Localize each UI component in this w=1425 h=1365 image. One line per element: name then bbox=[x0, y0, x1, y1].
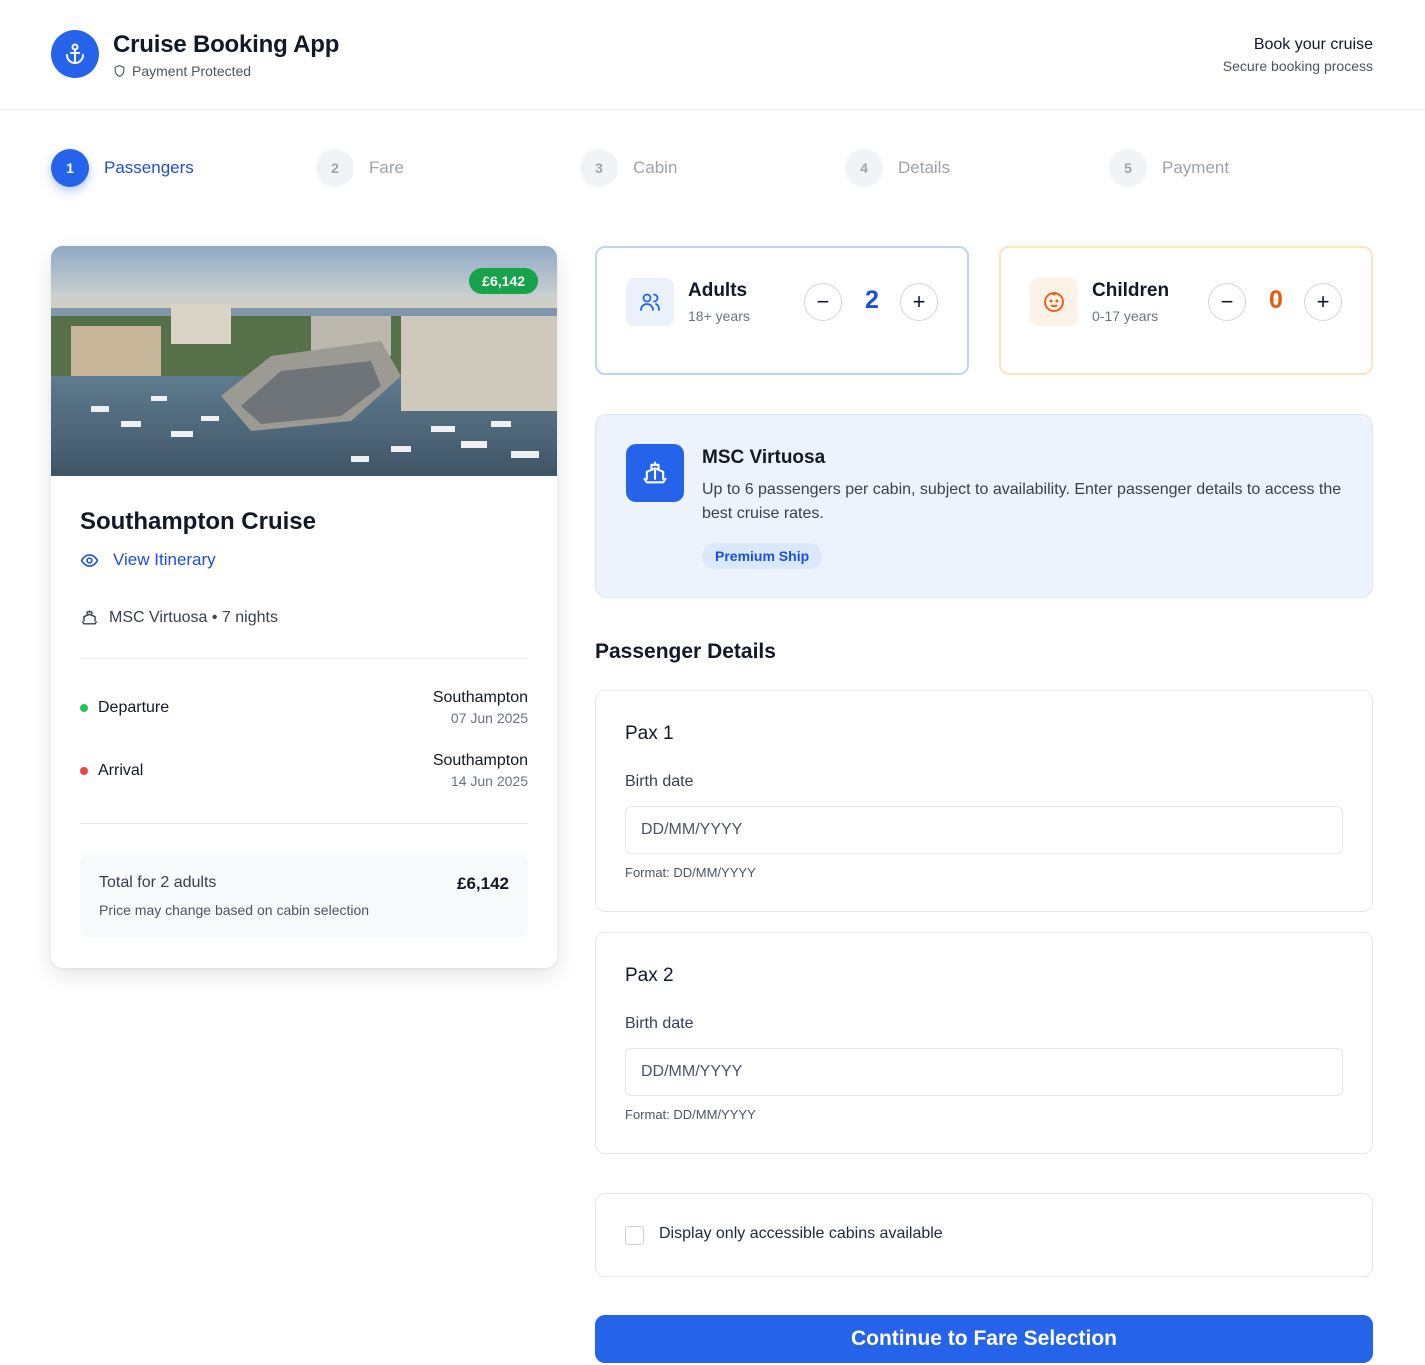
adults-increment-button[interactable]: + bbox=[900, 283, 938, 321]
payment-protected-label: Payment Protected bbox=[132, 63, 252, 79]
baby-face-icon bbox=[1030, 278, 1078, 326]
view-itinerary-label: View Itinerary bbox=[113, 550, 216, 569]
eye-icon bbox=[80, 553, 99, 567]
step-number: 2 bbox=[316, 149, 354, 187]
children-counter-card: Children 0-17 years − 0 + bbox=[999, 246, 1373, 375]
departure-city: Southampton bbox=[432, 689, 528, 706]
anchor-logo-icon bbox=[51, 30, 99, 78]
total-box: Total for 2 adults Price may change base… bbox=[80, 853, 528, 937]
pax-title: Pax 1 bbox=[625, 723, 674, 744]
payment-protected: Payment Protected bbox=[113, 63, 251, 79]
app-title: Cruise Booking App bbox=[113, 31, 340, 58]
children-count: 0 bbox=[1269, 286, 1283, 314]
step-fare[interactable]: 2 Fare bbox=[316, 149, 404, 187]
children-title: Children bbox=[1092, 280, 1170, 301]
format-hint: Format: DD/MM/YYYY bbox=[625, 865, 756, 880]
accessible-cabins-option[interactable]: Display only accessible cabins available bbox=[595, 1193, 1373, 1277]
price-badge: £6,142 bbox=[469, 268, 538, 294]
ship-info-title: MSC Virtuosa bbox=[702, 447, 826, 468]
step-cabin[interactable]: 3 Cabin bbox=[580, 149, 677, 187]
ship-icon bbox=[81, 610, 98, 625]
step-label: Cabin bbox=[633, 158, 678, 177]
continue-button[interactable]: Continue to Fare Selection bbox=[595, 1315, 1373, 1363]
arrival-date: 14 Jun 2025 bbox=[450, 773, 528, 789]
departure-date: 07 Jun 2025 bbox=[450, 710, 528, 726]
step-payment[interactable]: 5 Payment bbox=[1109, 149, 1229, 187]
departure-dot bbox=[80, 704, 88, 712]
step-label: Payment bbox=[1162, 158, 1230, 177]
step-number: 1 bbox=[51, 149, 89, 187]
step-details[interactable]: 4 Details bbox=[845, 149, 950, 187]
total-label: Total for 2 adults bbox=[99, 874, 217, 891]
users-icon bbox=[626, 278, 674, 326]
pax-card: Pax 1 Birth date Format: DD/MM/YYYY bbox=[595, 690, 1373, 912]
header-right: Book your cruise Secure booking process bbox=[1223, 36, 1373, 74]
ship-icon bbox=[626, 444, 684, 502]
app-header: Cruise Booking App Payment Protected Boo… bbox=[0, 0, 1425, 110]
accessible-cabins-label: Display only accessible cabins available bbox=[659, 1225, 943, 1242]
step-label: Fare bbox=[369, 158, 404, 177]
divider bbox=[80, 823, 528, 824]
children-subtitle: 0-17 years bbox=[1092, 308, 1159, 324]
adults-counter-card: Adults 18+ years − 2 + bbox=[595, 246, 969, 375]
step-number: 4 bbox=[845, 149, 883, 187]
step-number: 5 bbox=[1109, 149, 1147, 187]
premium-ship-badge: Premium Ship bbox=[702, 543, 823, 569]
total-price: £6,142 bbox=[457, 874, 509, 893]
ship-info-panel: MSC Virtuosa Up to 6 passengers per cabi… bbox=[595, 414, 1373, 598]
accessible-cabins-checkbox[interactable] bbox=[625, 1226, 644, 1245]
children-increment-button[interactable]: + bbox=[1304, 283, 1342, 321]
cruise-name: Southampton Cruise bbox=[80, 508, 317, 535]
arrival-dot bbox=[80, 767, 88, 775]
arrival-label: Arrival bbox=[98, 762, 144, 779]
adults-subtitle: 18+ years bbox=[688, 308, 750, 324]
ship-info-description: Up to 6 passengers per cabin, subject to… bbox=[702, 481, 1342, 522]
adults-count: 2 bbox=[865, 286, 879, 314]
adults-decrement-button[interactable]: − bbox=[804, 283, 842, 321]
format-hint: Format: DD/MM/YYYY bbox=[625, 1107, 756, 1122]
cruise-photo: £6,142 bbox=[51, 246, 557, 476]
shield-icon bbox=[114, 65, 125, 77]
cruise-summary-card: £6,142 Southampton Cruise View Itinerary… bbox=[51, 246, 557, 968]
birth-date-label: Birth date bbox=[625, 773, 694, 790]
ship-duration-text: MSC Virtuosa • 7 nights bbox=[109, 608, 278, 626]
step-label: Passengers bbox=[104, 158, 194, 177]
step-number: 3 bbox=[580, 149, 618, 187]
ship-duration: MSC Virtuosa • 7 nights bbox=[80, 608, 278, 627]
total-note: Price may change based on cabin selectio… bbox=[99, 902, 370, 918]
departure-label: Departure bbox=[98, 699, 170, 716]
passenger-details-heading: Passenger Details bbox=[595, 640, 776, 663]
birth-date-input[interactable] bbox=[625, 806, 1343, 854]
header-right-subtitle: Secure booking process bbox=[1222, 58, 1373, 74]
step-label: Details bbox=[898, 158, 950, 177]
pax-card: Pax 2 Birth date Format: DD/MM/YYYY bbox=[595, 932, 1373, 1154]
divider bbox=[80, 658, 528, 659]
birth-date-label: Birth date bbox=[625, 1015, 694, 1032]
pax-title: Pax 2 bbox=[625, 965, 674, 986]
header-right-title: Book your cruise bbox=[1253, 36, 1373, 53]
children-decrement-button[interactable]: − bbox=[1208, 283, 1246, 321]
view-itinerary-link[interactable]: View Itinerary bbox=[80, 550, 216, 570]
birth-date-input[interactable] bbox=[625, 1048, 1343, 1096]
arrival-city: Southampton bbox=[432, 752, 528, 769]
step-passengers[interactable]: 1 Passengers bbox=[51, 149, 194, 187]
adults-title: Adults bbox=[688, 280, 748, 301]
